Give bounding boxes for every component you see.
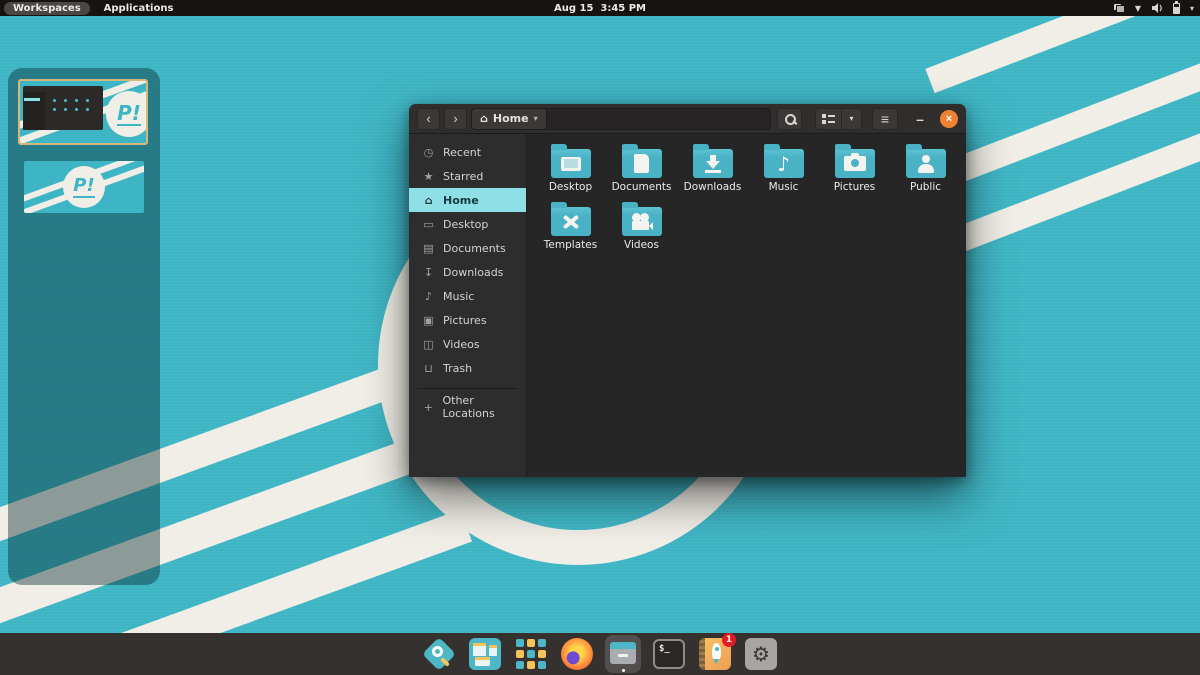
file-manager-window: ‹ › ⌂ Home ▾ ▾ ≡ – × ◷ Recent ★ Starred … bbox=[409, 104, 966, 477]
folder-templates[interactable]: Templates bbox=[535, 198, 606, 256]
download-icon: ↧ bbox=[423, 265, 434, 279]
folder-icon bbox=[692, 144, 733, 178]
workspaces-menu[interactable]: Workspaces bbox=[4, 1, 90, 15]
folder-downloads[interactable]: Downloads bbox=[677, 140, 748, 198]
app-grid-icon bbox=[516, 639, 546, 669]
folder-icon: ♪ bbox=[763, 144, 804, 178]
workspace-thumbnail-2[interactable]: P! bbox=[24, 161, 144, 213]
sidebar-item-trash[interactable]: ⊔ Trash bbox=[409, 356, 526, 380]
video-icon: ◫ bbox=[423, 337, 434, 351]
sidebar-item-documents[interactable]: ▤ Documents bbox=[409, 236, 526, 260]
folder-music[interactable]: ♪ Music bbox=[748, 140, 819, 198]
grid-view-icon bbox=[822, 113, 835, 124]
desktop: P! P! ‹ › ⌂ Home ▾ ▾ ≡ – × ◷ Recent ★ St… bbox=[0, 0, 1200, 675]
dock-pop-search[interactable] bbox=[421, 635, 457, 673]
folder-icon bbox=[550, 144, 591, 178]
breadcrumb-label: Home bbox=[492, 112, 529, 125]
sidebar-item-desktop[interactable]: ▭ Desktop bbox=[409, 212, 526, 236]
path-bar[interactable]: ⌂ Home ▾ bbox=[471, 107, 771, 130]
mini-pop-logo: P! bbox=[63, 166, 105, 208]
dock-firefox[interactable] bbox=[559, 635, 595, 673]
chevron-down-icon[interactable]: ▾ bbox=[534, 114, 538, 123]
view-options-button[interactable]: ▾ bbox=[842, 107, 862, 130]
displays-icon bbox=[1113, 3, 1125, 13]
sidebar-divider bbox=[417, 388, 518, 389]
document-icon: ▤ bbox=[423, 241, 434, 255]
headerbar: ‹ › ⌂ Home ▾ ▾ ≡ – × bbox=[409, 104, 966, 134]
sidebar-item-home[interactable]: ⌂ Home bbox=[409, 188, 526, 212]
sidebar-item-other-locations[interactable]: + Other Locations bbox=[409, 394, 526, 420]
sidebar-item-recent[interactable]: ◷ Recent bbox=[409, 140, 526, 164]
workspace-switcher: P! P! bbox=[8, 68, 160, 585]
plus-icon: + bbox=[423, 400, 433, 414]
network-icon: ▼ bbox=[1134, 3, 1141, 13]
clock-date[interactable]: Aug 15 bbox=[554, 3, 593, 14]
pop-search-icon bbox=[424, 639, 454, 669]
sidebar-item-videos[interactable]: ◫ Videos bbox=[409, 332, 526, 356]
dock-app-grid[interactable] bbox=[513, 635, 549, 673]
top-panel: Workspaces Applications Aug 15 3:45 PM ▼… bbox=[0, 0, 1200, 16]
forward-button[interactable]: › bbox=[444, 107, 467, 130]
folder-icon bbox=[550, 202, 591, 236]
window-tiling-icon bbox=[469, 638, 501, 670]
folder-icon bbox=[621, 144, 662, 178]
folder-desktop[interactable]: Desktop bbox=[535, 140, 606, 198]
sidebar-item-starred[interactable]: ★ Starred bbox=[409, 164, 526, 188]
settings-gear-icon: ⚙ bbox=[745, 638, 777, 670]
sidebar-item-downloads[interactable]: ↧ Downloads bbox=[409, 260, 526, 284]
volume-icon bbox=[1151, 2, 1163, 14]
star-icon: ★ bbox=[423, 169, 434, 183]
music-note-icon: ♪ bbox=[424, 289, 433, 303]
battery-icon bbox=[1172, 1, 1180, 14]
folder-icon bbox=[621, 202, 662, 236]
home-icon: ⌂ bbox=[480, 112, 488, 125]
dock-terminal[interactable]: $_ bbox=[651, 635, 687, 673]
folder-icon bbox=[905, 144, 946, 178]
sidebar: ◷ Recent ★ Starred ⌂ Home ▭ Desktop ▤ Do… bbox=[409, 134, 527, 477]
search-button[interactable] bbox=[777, 107, 802, 130]
folder-pictures[interactable]: Pictures bbox=[819, 140, 890, 198]
dock-files[interactable] bbox=[605, 635, 641, 673]
terminal-icon: $_ bbox=[653, 639, 685, 669]
clock-time[interactable]: 3:45 PM bbox=[600, 3, 646, 14]
picture-icon: ▣ bbox=[423, 313, 434, 327]
mini-window bbox=[23, 86, 103, 130]
dock-pop-shop[interactable]: 1 bbox=[697, 633, 736, 673]
mini-pop-logo: P! bbox=[106, 91, 146, 137]
sidebar-item-music[interactable]: ♪ Music bbox=[409, 284, 526, 308]
system-tray[interactable]: ▼ ▾ bbox=[1113, 0, 1194, 16]
chevron-down-icon: ▾ bbox=[1189, 3, 1194, 13]
folder-documents[interactable]: Documents bbox=[606, 140, 677, 198]
clock-icon: ◷ bbox=[423, 145, 434, 159]
sidebar-item-pictures[interactable]: ▣ Pictures bbox=[409, 308, 526, 332]
menu-button[interactable]: ≡ bbox=[872, 107, 898, 130]
files-icon bbox=[610, 642, 636, 666]
folder-icon bbox=[834, 144, 875, 178]
applications-menu[interactable]: Applications bbox=[104, 3, 174, 14]
view-toggle-group: ▾ bbox=[815, 107, 862, 130]
minimize-button[interactable]: – bbox=[910, 111, 930, 127]
dock-window-tiling[interactable] bbox=[467, 635, 503, 673]
desktop-icon: ▭ bbox=[423, 217, 434, 231]
breadcrumb-home[interactable]: ⌂ Home ▾ bbox=[472, 108, 547, 129]
folder-grid: Desktop Documents Downloads ♪ Music Pict… bbox=[527, 134, 966, 477]
back-button[interactable]: ‹ bbox=[417, 107, 440, 130]
dock: $_ 1 ⚙ bbox=[0, 633, 1200, 675]
home-icon: ⌂ bbox=[424, 193, 433, 207]
trash-icon: ⊔ bbox=[424, 361, 433, 375]
dock-settings[interactable]: ⚙ bbox=[743, 635, 779, 673]
update-badge: 1 bbox=[722, 633, 736, 647]
pop-shop-icon: 1 bbox=[699, 633, 736, 670]
firefox-icon bbox=[561, 638, 593, 670]
folder-public[interactable]: Public bbox=[890, 140, 961, 198]
search-icon bbox=[784, 113, 796, 125]
folder-videos[interactable]: Videos bbox=[606, 198, 677, 256]
icon-view-button[interactable] bbox=[815, 107, 842, 130]
workspace-thumbnail-1[interactable]: P! bbox=[18, 79, 148, 145]
close-button[interactable]: × bbox=[940, 109, 958, 128]
